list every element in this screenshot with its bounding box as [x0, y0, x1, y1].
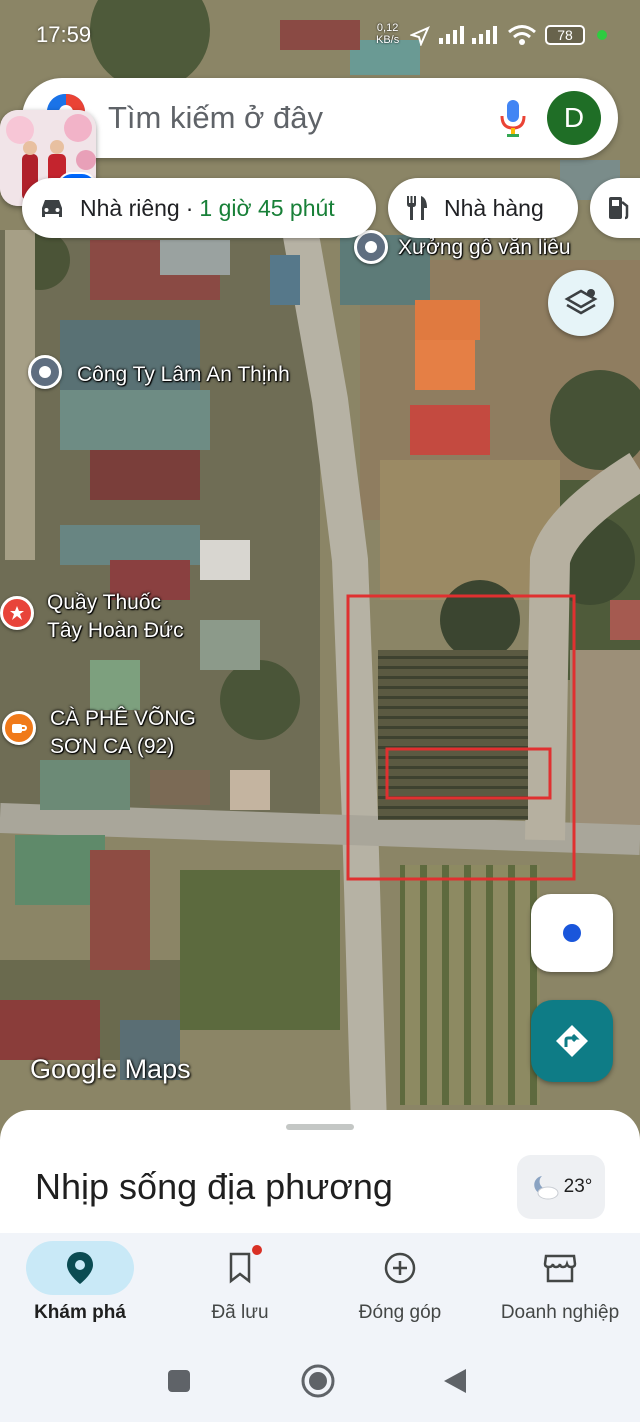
location-arrow-icon [410, 26, 430, 46]
restaurant-icon [407, 196, 427, 220]
add-circle-icon [384, 1252, 416, 1284]
nav-business[interactable]: Doanh nghiệp [480, 1233, 640, 1333]
car-icon [42, 200, 62, 217]
directions-icon [556, 1025, 588, 1057]
cafe-pin-icon[interactable] [2, 711, 36, 745]
nav-saved[interactable]: Đã lưu [160, 1233, 320, 1333]
search-bar[interactable]: Tìm kiếm ở đây D [22, 78, 618, 158]
layers-icon [564, 289, 598, 315]
place-label-line2[interactable]: SƠN CA (92) [50, 732, 174, 761]
status-bar: 17:59 0,12 KB/s 78 [0, 14, 640, 56]
nav-explore-icon-wrap [26, 1241, 134, 1295]
nav-contribute-icon-wrap [346, 1241, 454, 1295]
place-label-line1[interactable]: Quầy Thuốc [47, 588, 161, 617]
directions-button[interactable] [531, 1000, 613, 1082]
nav-explore-label: Khám phá [34, 1302, 126, 1323]
storefront-icon [543, 1254, 577, 1283]
bookmark-icon [229, 1252, 251, 1284]
chip-restaurants[interactable]: Nhà hàng [388, 178, 578, 238]
my-location-button[interactable] [531, 894, 613, 972]
pharmacy-pin-icon[interactable] [0, 596, 34, 630]
recents-button[interactable] [167, 1369, 191, 1393]
temperature: 23° [563, 1176, 593, 1197]
weather-chip[interactable]: 23° [517, 1155, 605, 1219]
home-button[interactable] [300, 1363, 336, 1399]
clock: 17:59 [36, 22, 92, 47]
my-location-icon [563, 924, 581, 942]
chip-home-eta: 1 giờ 45 phút [199, 194, 335, 221]
drag-handle[interactable] [286, 1124, 354, 1130]
microphone-icon[interactable] [498, 98, 528, 138]
place-pin-icon[interactable] [28, 355, 62, 389]
nav-saved-label: Đã lưu [211, 1302, 269, 1323]
place-label-line1[interactable]: CÀ PHÊ VÕNG [50, 704, 196, 733]
chip-home-label: Nhà riêng [80, 194, 180, 221]
night-cloud-icon [533, 1176, 559, 1200]
chip-restaurants-label: Nhà hàng [444, 194, 544, 221]
map-view[interactable]: Xưởng gỗ văn liêu Công Ty Lâm An Thịnh Q… [0, 0, 640, 1160]
sheet-title: Nhịp sống địa phương [35, 1166, 393, 1207]
nav-explore[interactable]: Khám phá [0, 1233, 160, 1333]
signal-icon [472, 26, 497, 44]
signal-icon [439, 26, 464, 44]
chip-home[interactable]: Nhà riêng · 1 giờ 45 phút [22, 178, 376, 238]
chip-home-separator: · [185, 194, 194, 221]
satellite-imagery [0, 0, 640, 1160]
layers-button[interactable] [548, 270, 614, 336]
location-pin-icon [67, 1252, 93, 1284]
account-avatar[interactable]: D [547, 91, 601, 145]
place-pin-icon[interactable] [354, 230, 388, 264]
network-speed: 0,12 KB/s [376, 22, 399, 46]
network-speed-unit: KB/s [376, 34, 400, 46]
google-maps-wordmark: Google Maps [30, 1054, 191, 1084]
nav-business-icon-wrap [506, 1241, 614, 1295]
privacy-indicator [597, 30, 607, 40]
nav-business-label: Doanh nghiệp [500, 1302, 620, 1323]
wifi-icon [508, 25, 536, 45]
system-navigation-bar [0, 1333, 640, 1422]
back-button[interactable] [442, 1367, 468, 1395]
search-input[interactable]: Tìm kiếm ở đây [108, 100, 323, 136]
gas-station-icon [609, 197, 629, 220]
battery-indicator: 78 [545, 25, 585, 45]
place-label[interactable]: Công Ty Lâm An Thịnh [77, 360, 290, 389]
notification-dot [252, 1245, 262, 1255]
bottom-navigation: Khám phá Đã lưu Đóng góp Doanh nghiệp [0, 1233, 640, 1333]
network-speed-value: 0,12 [376, 22, 399, 34]
nav-saved-icon-wrap [186, 1241, 294, 1295]
nav-contribute[interactable]: Đóng góp [320, 1233, 480, 1333]
nav-contribute-label: Đóng góp [358, 1302, 442, 1323]
place-label-line2[interactable]: Tây Hoàn Đức [47, 616, 184, 645]
